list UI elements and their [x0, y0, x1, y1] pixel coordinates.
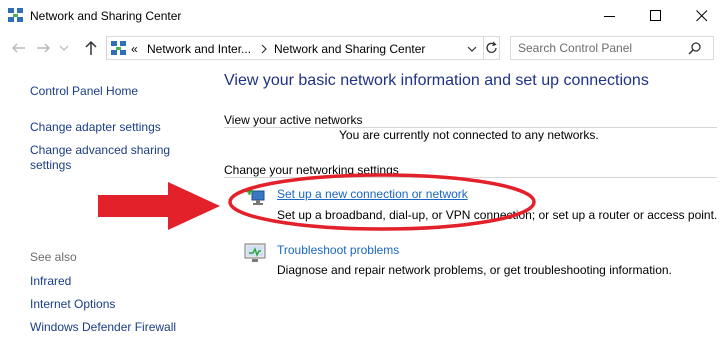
breadcrumb-network-internet[interactable]: Network and Inter...: [147, 42, 251, 56]
change-adapter-settings-link[interactable]: Change adapter settings: [30, 120, 161, 135]
navigation-bar: « Network and Inter... Network and Shari…: [0, 31, 725, 65]
search-input[interactable]: [518, 41, 678, 55]
up-arrow-icon: [85, 40, 97, 55]
forward-button[interactable]: [34, 39, 52, 57]
change-advanced-sharing-link-continued[interactable]: settings: [30, 158, 71, 173]
see-also-heading: See also: [30, 250, 77, 264]
change-advanced-sharing-link[interactable]: Change advanced sharing: [30, 143, 170, 158]
troubleshoot-problems-link[interactable]: Troubleshoot problems: [277, 243, 399, 257]
window-title: Network and Sharing Center: [30, 9, 182, 23]
network-sharing-location-icon: [111, 41, 126, 55]
back-arrow-icon: [12, 43, 25, 53]
network-sharing-app-icon: [8, 8, 23, 22]
annotation-highlight-ellipse: [228, 173, 536, 231]
internet-options-link[interactable]: Internet Options: [30, 297, 115, 312]
search-icon[interactable]: [688, 41, 702, 55]
address-dropdown-icon[interactable]: [466, 43, 478, 55]
refresh-button[interactable]: [483, 37, 500, 59]
chevron-down-icon: [59, 45, 69, 51]
maximize-icon: [650, 10, 661, 21]
address-bar[interactable]: « Network and Inter... Network and Shari…: [106, 36, 500, 60]
recent-locations-button[interactable]: [58, 39, 70, 57]
annotation-arrow: [98, 182, 220, 230]
troubleshoot-problems-description: Diagnose and repair network problems, or…: [277, 263, 672, 277]
breadcrumb-separator-icon[interactable]: [260, 44, 268, 54]
active-networks-heading: View your active networks: [224, 113, 363, 127]
search-box[interactable]: [510, 36, 714, 60]
close-icon: [696, 10, 708, 22]
refresh-icon: [486, 41, 497, 53]
back-button[interactable]: [10, 39, 28, 57]
troubleshoot-icon[interactable]: [244, 242, 266, 264]
breadcrumb-overflow[interactable]: «: [131, 42, 138, 56]
minimize-icon: [604, 16, 615, 17]
close-button[interactable]: [679, 0, 725, 31]
minimize-button[interactable]: [587, 0, 633, 31]
breadcrumb-network-sharing-center[interactable]: Network and Sharing Center: [274, 42, 425, 56]
network-status-text: You are currently not connected to any n…: [339, 128, 599, 142]
up-button[interactable]: [82, 39, 100, 57]
maximize-button[interactable]: [633, 0, 679, 31]
title-bar: Network and Sharing Center: [0, 0, 725, 31]
infrared-link[interactable]: Infrared: [30, 274, 71, 289]
windows-defender-firewall-link[interactable]: Windows Defender Firewall: [30, 320, 176, 335]
control-panel-home-link[interactable]: Control Panel Home: [30, 84, 138, 99]
page-title: View your basic network information and …: [224, 72, 649, 89]
forward-arrow-icon: [37, 43, 50, 53]
